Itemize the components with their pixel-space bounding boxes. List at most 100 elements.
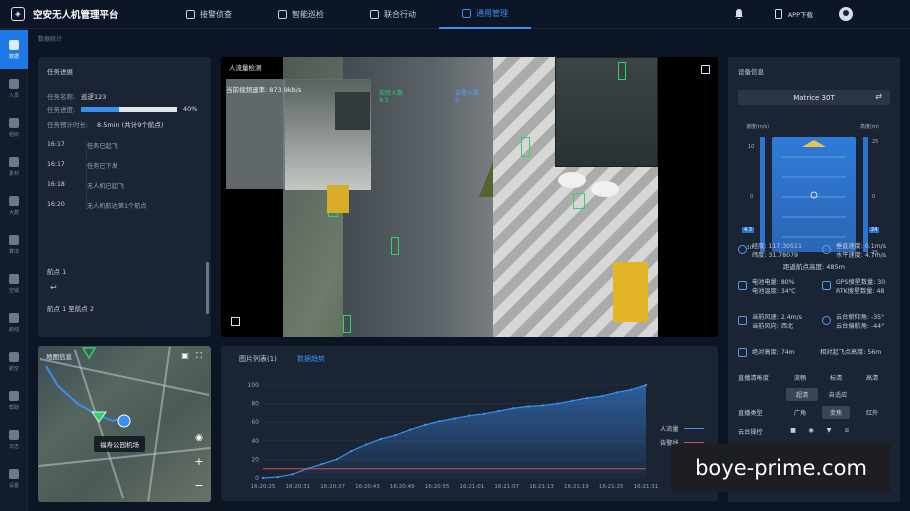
altitude-icon: [738, 348, 747, 357]
chart-panel: 图片列表(1) 数据趋势 0 20 40 60 80 100 16:20:25 16:20:3…: [221, 346, 718, 501]
eye-icon[interactable]: ◉: [193, 432, 205, 444]
data-point: [276, 475, 279, 479]
waypoint-icon: ↩: [50, 283, 57, 292]
clarity-option[interactable]: 流畅: [786, 371, 814, 384]
sidebar-item-route[interactable]: 航线: [0, 303, 28, 342]
algorithm-icon: [9, 234, 19, 245]
fullscreen-icon[interactable]: ⛶: [193, 350, 205, 362]
sidebar-item-airspace[interactable]: 空域: [0, 264, 28, 303]
log-msg: 无人机已起飞: [87, 183, 125, 190]
joint-action-icon: [370, 9, 379, 19]
zoom-in-button[interactable]: +: [193, 456, 205, 468]
person-detection-box: [521, 137, 530, 157]
nav-item-alarm[interactable]: 接警侦查: [163, 0, 255, 29]
app-download-link[interactable]: APP下载: [788, 9, 813, 19]
expand-icon[interactable]: [701, 65, 710, 74]
detect-label: 实时人数: [379, 90, 404, 97]
home-distance: 距返航点高度: 485m: [783, 263, 845, 271]
gimbal-icon: [822, 316, 831, 325]
device-select[interactable]: Matrice 30T ⇄: [738, 90, 890, 105]
x-tick-label: 16:20:55: [425, 484, 450, 490]
position-readout: 经度: 117.30511 纬度: 31.78079: [752, 242, 802, 260]
gimbal-readout: 云台俯仰角: -35° 云台偏航角: -44°: [836, 313, 884, 331]
clarity-option-selected[interactable]: 超清: [786, 388, 818, 401]
sidebar-item-settings[interactable]: 设置: [0, 459, 28, 498]
app-title: 空安无人机管理平台: [33, 10, 119, 21]
sidebar-label: 设置: [8, 482, 19, 489]
clarity-option[interactable]: 自适应: [822, 388, 854, 401]
battery-readout: 电池电量: 80% 电池温度: 34℃: [752, 278, 796, 296]
sidebar-label: 素材: [8, 170, 19, 177]
info-value: 西北: [780, 323, 794, 330]
clarity-option[interactable]: 高清: [858, 371, 886, 384]
stream-type-option[interactable]: 广角: [786, 406, 814, 419]
speed-scale-label: 速度(m/s): [746, 124, 770, 130]
nav-item-inspection[interactable]: 智能巡检: [255, 0, 347, 29]
sidebar-item-media[interactable]: 素材: [0, 147, 28, 186]
info-label: GPS搜星数量:: [836, 279, 876, 286]
capture-icon[interactable]: ◉: [804, 425, 818, 436]
video-feed[interactable]: 人流量检测 当前视频速率: 873.9kb/s 实时人数 9.5 告警人数 9: [221, 57, 718, 337]
nav-item-joint-action[interactable]: 联合行动: [347, 0, 439, 29]
log-time: 16:18: [47, 181, 65, 188]
info-value: 80%: [780, 279, 795, 286]
height-value: 24: [869, 227, 880, 233]
data-point: [320, 462, 324, 466]
sidebar-item-log[interactable]: 日志: [0, 420, 28, 459]
device-panel: 设备信息 Matrice 30T ⇄ 速度(m/s) 高度(m) 10 0 -10…: [728, 57, 900, 502]
sidebar-item-bigdata[interactable]: 大数: [0, 186, 28, 225]
task-name-label: 任务名称:: [47, 93, 76, 101]
sidebar-item-data[interactable]: 数据: [0, 30, 28, 69]
bell-icon[interactable]: [733, 8, 745, 20]
stream-type-option[interactable]: 红外: [858, 406, 886, 419]
data-point: [438, 420, 441, 423]
down-icon[interactable]: ▼: [822, 425, 836, 436]
nav-item-general[interactable]: 通用管理: [439, 0, 531, 29]
phone-icon[interactable]: [774, 9, 782, 19]
nav-label: 通用管理: [476, 8, 508, 18]
sidebar-item-help[interactable]: 帮助: [0, 381, 28, 420]
clarity-option[interactable]: 标清: [822, 371, 850, 384]
menu-icon[interactable]: ≡: [840, 425, 854, 436]
info-value: 30: [877, 279, 886, 286]
sidebar-item-aviation[interactable]: 航空: [0, 342, 28, 381]
map-panel[interactable]: 地图信息 福寿公园机场 ▣ ⛶ ◉ + −: [38, 346, 211, 502]
log-msg: 无人机航达第1个航点: [87, 203, 147, 210]
sidebar-label: 人员: [8, 92, 19, 99]
x-tick-label: 16:21:25: [599, 484, 624, 490]
breadcrumb[interactable]: 数据统计: [38, 34, 62, 43]
pip-view[interactable]: [226, 79, 371, 213]
org-icon: [9, 117, 19, 128]
map-place-label: 福寿公园机场: [94, 436, 145, 452]
log-item: 16:20 无人机航达第1个航点: [47, 201, 227, 210]
speed-value: 4.3: [742, 227, 754, 233]
sidebar-label: 算法: [8, 248, 19, 255]
data-point: [350, 449, 353, 453]
data-point: [615, 391, 618, 394]
camera-icon[interactable]: ■: [786, 425, 800, 436]
record-icon[interactable]: [231, 317, 240, 326]
gimbal-control-label: 云台操控: [738, 429, 763, 436]
info-label: 云台俯仰角:: [836, 314, 870, 321]
tick-label: 0: [750, 194, 754, 200]
zoom-out-button[interactable]: −: [193, 480, 205, 492]
nav-label: 联合行动: [384, 9, 416, 19]
stream-type-option-selected[interactable]: 变焦: [822, 406, 850, 419]
scrollbar[interactable]: [206, 262, 209, 314]
sidebar-item-people[interactable]: 人员: [0, 69, 28, 108]
height-bar: [863, 137, 868, 252]
speed-readout: 垂直速度: 0.1m/s 水平速度: 4.7m/s: [836, 242, 886, 260]
layers-icon[interactable]: ▣: [179, 350, 191, 362]
log-time: 16:20: [47, 201, 65, 208]
sidebar-item-org[interactable]: 组织: [0, 108, 28, 147]
tick-label: 25: [872, 139, 879, 145]
info-label: 水平速度:: [836, 252, 863, 259]
data-point: [291, 473, 294, 476]
alarm-value: 9: [455, 97, 459, 104]
folder-icon: [9, 156, 19, 167]
avatar[interactable]: [839, 7, 853, 21]
sidebar-label: 帮助: [8, 404, 19, 411]
panel-title: 设备信息: [738, 68, 764, 76]
sidebar-item-algorithm[interactable]: 算法: [0, 225, 28, 264]
swap-icon[interactable]: ⇄: [875, 92, 882, 101]
